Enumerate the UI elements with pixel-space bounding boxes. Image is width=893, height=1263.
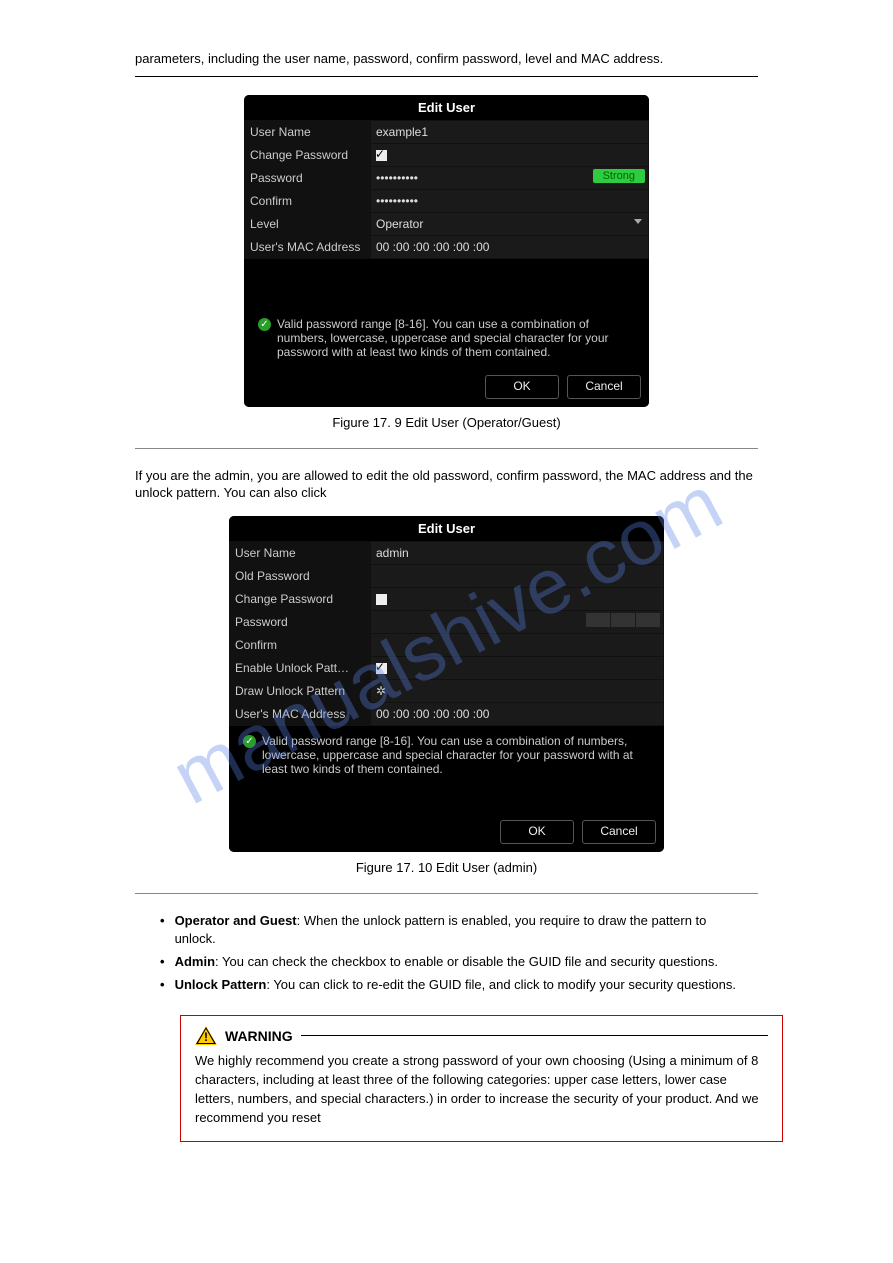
form-table: User Name example1 Change Password Passw…: [244, 120, 649, 259]
username-input[interactable]: admin: [371, 541, 664, 564]
warning-header: ! WARNING: [195, 1026, 768, 1046]
confirm-input[interactable]: ••••••••••: [371, 189, 649, 212]
enable-unlock-pattern-label: Enable Unlock Patt…: [230, 656, 371, 679]
change-password-label: Change Password: [245, 143, 371, 166]
gear-icon: ✲: [376, 684, 386, 698]
draw-unlock-pattern-label: Draw Unlock Pattern: [230, 679, 371, 702]
checkbox-checked-icon: [376, 663, 387, 674]
bullet-lead: Unlock Pattern: [175, 977, 267, 992]
form-table: User Name admin Old Password Change Pass…: [229, 541, 664, 726]
password-label: Password: [245, 166, 371, 189]
bullet-marker: •: [160, 953, 165, 972]
username-label: User Name: [230, 541, 371, 564]
bullet-text: You can click to re-edit the GUID file, …: [273, 977, 736, 992]
bullet-item: • Admin: You can check the checkbox to e…: [160, 953, 743, 972]
hint-text: Valid password range [8-16]. You can use…: [262, 734, 650, 776]
mac-input[interactable]: 00 :00 :00 :00 :00 :00: [371, 702, 664, 725]
strength-badge: Strong: [593, 169, 645, 183]
check-circle-icon: ✓: [243, 735, 256, 748]
confirm-input[interactable]: [371, 633, 664, 656]
cancel-button[interactable]: Cancel: [582, 820, 656, 844]
level-label: Level: [245, 212, 371, 235]
check-circle-icon: ✓: [258, 318, 271, 331]
password-hint: ✓ Valid password range [8-16]. You can u…: [244, 309, 649, 369]
password-hint: ✓ Valid password range [8-16]. You can u…: [229, 726, 664, 786]
change-password-checkbox[interactable]: [371, 143, 649, 166]
checkbox-checked-icon: [376, 150, 387, 161]
dialog-title: Edit User: [229, 516, 664, 541]
password-mask: ••••••••••: [376, 171, 418, 185]
cancel-button[interactable]: Cancel: [567, 375, 641, 399]
bullet-marker: •: [160, 912, 165, 950]
old-password-input[interactable]: [371, 564, 664, 587]
chevron-down-icon: [634, 219, 642, 224]
confirm-label: Confirm: [230, 633, 371, 656]
hint-text: Valid password range [8-16]. You can use…: [277, 317, 635, 359]
bullet-marker: •: [160, 976, 165, 995]
edit-user-dialog-admin: Edit User User Name admin Old Password C…: [229, 516, 664, 852]
divider-mid-2: [135, 893, 758, 894]
bullet-item: • Unlock Pattern: You can click to re-ed…: [160, 976, 743, 995]
admin-intro: If you are the admin, you are allowed to…: [135, 467, 758, 502]
bullet-lead: Operator and Guest: [175, 913, 297, 928]
bullet-lead: Admin: [175, 954, 215, 969]
level-value: Operator: [376, 217, 423, 231]
mac-label: User's MAC Address: [230, 702, 371, 725]
draw-unlock-pattern-button[interactable]: ✲: [371, 679, 664, 702]
mac-label: User's MAC Address: [245, 235, 371, 258]
warning-body: We highly recommend you create a strong …: [195, 1052, 768, 1127]
figure-caption-1: Figure 17. 9 Edit User (Operator/Guest): [0, 415, 893, 430]
password-input[interactable]: [371, 610, 664, 633]
mac-input[interactable]: 00 :00 :00 :00 :00 :00: [371, 235, 649, 258]
change-password-checkbox[interactable]: [371, 587, 664, 610]
figure-caption-2: Figure 17. 10 Edit User (admin): [0, 860, 893, 875]
username-label: User Name: [245, 120, 371, 143]
checkbox-icon: [376, 594, 387, 605]
ok-button[interactable]: OK: [500, 820, 574, 844]
strength-meter-empty: [586, 613, 660, 627]
password-label: Password: [230, 610, 371, 633]
confirm-label: Confirm: [245, 189, 371, 212]
dialog-buttons: OK Cancel: [244, 369, 649, 407]
divider-top: [135, 76, 758, 77]
bullet-item: • Operator and Guest: When the unlock pa…: [160, 912, 743, 950]
warning-icon: !: [195, 1026, 217, 1046]
dialog-title: Edit User: [244, 95, 649, 120]
intro-text: parameters, including the user name, pas…: [135, 50, 758, 68]
bullet-list: • Operator and Guest: When the unlock pa…: [160, 912, 743, 995]
username-input[interactable]: example1: [371, 120, 649, 143]
divider-mid-1: [135, 448, 758, 449]
change-password-label: Change Password: [230, 587, 371, 610]
password-input[interactable]: •••••••••• Strong: [371, 166, 649, 189]
warning-underline: [301, 1034, 768, 1036]
warning-title: WARNING: [225, 1028, 293, 1044]
edit-user-dialog-operator: Edit User User Name example1 Change Pass…: [244, 95, 649, 407]
enable-unlock-pattern-checkbox[interactable]: [371, 656, 664, 679]
old-password-label: Old Password: [230, 564, 371, 587]
warning-box: ! WARNING We highly recommend you create…: [180, 1015, 783, 1142]
dialog-buttons: OK Cancel: [229, 814, 664, 852]
bullet-text: You can check the checkbox to enable or …: [222, 954, 718, 969]
level-select[interactable]: Operator: [371, 212, 649, 235]
ok-button[interactable]: OK: [485, 375, 559, 399]
